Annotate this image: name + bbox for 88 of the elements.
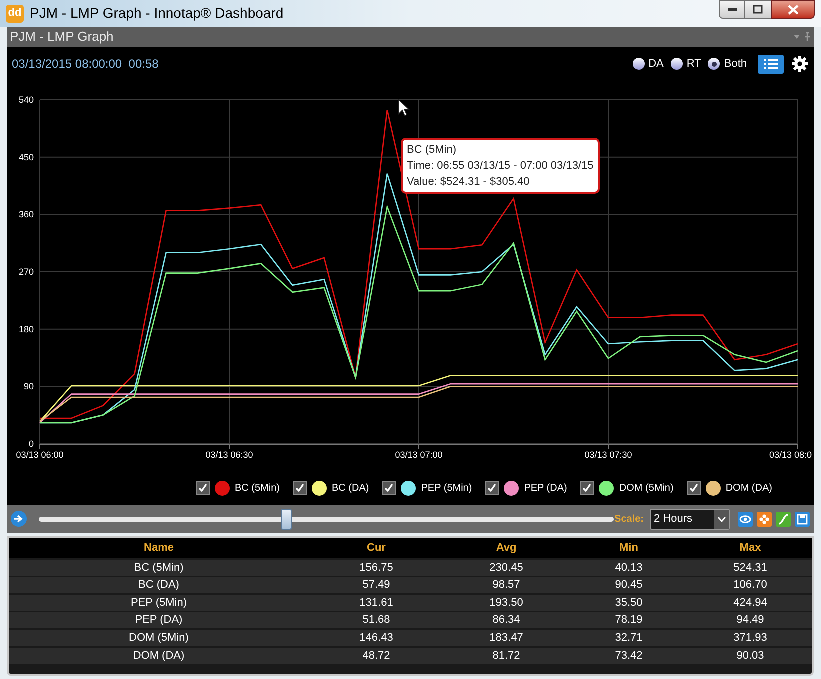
table-cell-text: 156.75: [358, 560, 394, 576]
y-tick-label: 360: [18, 210, 34, 220]
mode-radio[interactable]: RT: [670, 56, 702, 72]
y-tick-label: 180: [18, 324, 34, 334]
legend-checkbox[interactable]: [293, 481, 308, 495]
legend-label: DOM (DA): [726, 482, 772, 496]
table-cell-text: 131.61: [358, 596, 394, 611]
minimize-button[interactable]: [719, 0, 745, 19]
tooltip-text: Value: $524.31 - $305.40: [407, 175, 531, 190]
table-cell-text: 98.57: [492, 578, 522, 594]
window-title: PJM - LMP Graph - Innotap® Dashboard: [30, 4, 284, 23]
tooltip-text: Time: 06:55 03/13/15 - 07:00 03/13/15: [407, 159, 594, 174]
list-button[interactable]: [758, 54, 784, 74]
y-tick-label: 270: [18, 267, 34, 277]
y-tick-label: 540: [18, 95, 34, 105]
maximize-button[interactable]: [745, 0, 771, 19]
legend-label: BC (DA): [332, 482, 370, 496]
cursor-icon: [398, 99, 410, 117]
table-cell-text: PEP (5Min): [130, 596, 188, 611]
table-cell-text: 193.50: [488, 596, 524, 611]
scale-dropdown[interactable]: 2 Hours: [650, 508, 730, 530]
scale-label: Scale:: [614, 512, 644, 526]
table-cell-text: BC (5Min): [133, 560, 185, 576]
table-cell-text: DOM (DA): [132, 648, 186, 664]
column-header: Max: [738, 540, 762, 556]
column-header: Avg: [495, 540, 518, 556]
save-icon[interactable]: [795, 512, 810, 526]
table-cell-text: 32.71: [614, 630, 644, 646]
legend-checkbox[interactable]: [485, 481, 500, 495]
eye-icon[interactable]: [738, 512, 753, 526]
x-tick-label: 03/13 08:0: [769, 450, 812, 460]
table-cell-text: 106.70: [732, 578, 768, 594]
legend-checkbox[interactable]: [686, 481, 701, 495]
column-header: Min: [618, 540, 640, 556]
y-tick-label: 0: [28, 439, 34, 449]
legend-label: BC (5Min): [235, 482, 280, 496]
close-button[interactable]: [771, 0, 815, 19]
arrow-right-icon[interactable]: [11, 511, 27, 527]
slider-thumb[interactable]: [281, 508, 292, 530]
list-icon: [764, 59, 778, 69]
table-cell-text: 90.45: [614, 578, 644, 594]
table-cell-text: 424.94: [732, 596, 768, 611]
table-cell-text: 146.43: [358, 630, 394, 646]
table-cell-text: 35.50: [614, 596, 644, 611]
legend-label: PEP (DA): [524, 482, 568, 496]
table-cell-text: 51.68: [362, 613, 392, 628]
legend-checkbox[interactable]: [382, 481, 396, 495]
x-tick-label: 03/13 07:30: [584, 450, 632, 460]
table-cell-text: 183.47: [488, 630, 524, 646]
caret-icon: [714, 510, 729, 528]
x-tick-label: 03/13 06:00: [16, 450, 64, 460]
tooltip-title: BC (5Min): [407, 143, 458, 158]
table-cell-text: 40.13: [614, 560, 644, 576]
legend-label: DOM (5Min): [619, 482, 674, 496]
minimize-icon: [728, 8, 736, 11]
table-cell-text: 524.31: [732, 560, 768, 576]
panel-title: PJM - LMP Graph: [10, 28, 114, 46]
column-header: Cur: [366, 540, 387, 556]
table-cell-text: 86.34: [492, 613, 522, 628]
maximize-icon: [753, 5, 763, 14]
flower-icon[interactable]: [757, 512, 772, 526]
table-cell-text: 73.42: [614, 648, 644, 664]
mode-radio[interactable]: Both: [708, 56, 747, 72]
legend-checkbox[interactable]: [196, 481, 210, 495]
timestamp: 03/13/2015 08:00:00 00:58: [12, 56, 159, 73]
table-cell-text: 57.49: [362, 578, 392, 594]
curve-icon[interactable]: [776, 512, 791, 526]
table-cell-text: PEP (DA): [134, 613, 184, 628]
table-cell-text: DOM (5Min): [128, 630, 190, 646]
x-tick-label: 03/13 07:00: [395, 450, 443, 460]
table-cell-text: 90.03: [736, 648, 766, 664]
y-tick-label: 450: [18, 152, 34, 162]
legend-label: PEP (5Min): [421, 482, 472, 496]
table-cell-text: 94.49: [736, 613, 766, 628]
table-cell-text: 230.45: [488, 560, 524, 576]
close-icon: [788, 4, 798, 14]
y-tick-label: 90: [24, 382, 34, 392]
mode-radio[interactable]: DA: [632, 56, 664, 72]
table-cell-text: BC (DA): [138, 578, 180, 594]
settings-icon[interactable]: [791, 55, 809, 73]
table-cell-text: 48.72: [362, 648, 392, 664]
app-logo: dd: [6, 4, 24, 22]
table-cell-text: 81.72: [492, 648, 522, 664]
column-header: Name: [143, 540, 175, 556]
legend-checkbox[interactable]: [580, 481, 594, 495]
table-cell-text: 371.93: [732, 630, 768, 646]
x-tick-label: 03/13 06:30: [206, 450, 254, 460]
table-cell-text: 78.19: [614, 613, 644, 628]
